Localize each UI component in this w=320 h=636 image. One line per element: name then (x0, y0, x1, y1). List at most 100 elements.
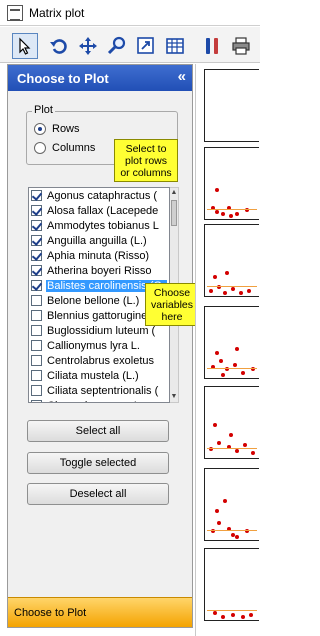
variable-checkbox[interactable] (31, 190, 42, 201)
choose-variables-tooltip: Choose variables here (145, 283, 199, 326)
data-point-dot (233, 363, 237, 367)
data-point-dot (251, 451, 255, 455)
scatter-plot-thumbnail (204, 224, 259, 297)
move-icon (79, 37, 97, 55)
variable-checkbox[interactable] (31, 205, 42, 216)
data-point-dot (217, 521, 221, 525)
data-point-dot (221, 373, 225, 377)
select-all-button[interactable]: Select all (27, 420, 169, 442)
rows-columns-tooltip: Select to plot rows or columns (114, 139, 178, 182)
data-point-dot (213, 423, 217, 427)
data-point-dot (215, 351, 219, 355)
variable-checkbox[interactable] (31, 325, 42, 336)
toolbar (0, 27, 260, 63)
variable-label: Clupea harengus L. (46, 400, 144, 403)
data-point-dot (213, 275, 217, 279)
data-point-dot (215, 188, 219, 192)
panel-title: Choose to Plot (17, 70, 109, 86)
data-point-dot (249, 613, 253, 617)
variable-list-item[interactable]: Agonus cataphractus ( (29, 188, 169, 203)
variable-checkbox[interactable] (31, 235, 42, 246)
scatter-plot-thumbnail (204, 69, 259, 142)
trend-line (207, 286, 257, 287)
data-point-dot (225, 271, 229, 275)
variable-label: Alosa fallax (Lacepede (47, 204, 159, 217)
radio-unselected-icon (34, 142, 46, 154)
columns-radio-label: Columns (52, 142, 96, 154)
window-title: Matrix plot (29, 5, 85, 20)
variable-list-item[interactable]: Ciliata septentrionalis ( (29, 383, 169, 398)
trend-line (207, 530, 257, 531)
panel-footer-label: Choose to Plot (14, 606, 87, 619)
print-button[interactable] (228, 33, 254, 59)
variable-checkbox[interactable] (31, 355, 42, 366)
variable-label: Anguilla anguilla (L.) (47, 234, 147, 247)
rows-radio[interactable]: Rows (34, 123, 80, 135)
pointer-tool-button[interactable] (12, 33, 38, 59)
variable-checkbox[interactable] (31, 295, 42, 306)
data-point-dot (235, 449, 239, 453)
columns-radio[interactable]: Columns (34, 142, 95, 154)
variable-label: Buglossidium luteum ( (47, 324, 156, 337)
data-point-dot (229, 433, 233, 437)
variable-label: Ammodytes tobianus L (47, 219, 159, 232)
variable-list-item[interactable]: Ammodytes tobianus L (29, 218, 169, 233)
undo-button[interactable] (46, 33, 72, 59)
data-point-dot (239, 291, 243, 295)
variable-list-item[interactable]: Atherina boyeri Risso (29, 263, 169, 278)
data-point-dot (235, 535, 239, 539)
scatter-plot-thumbnail (204, 147, 259, 220)
data-point-dot (219, 359, 223, 363)
scatter-plot-thumbnail (204, 548, 259, 621)
variable-checkbox[interactable] (31, 385, 42, 396)
data-point-dot (221, 212, 225, 216)
export-button[interactable] (133, 33, 159, 59)
scatter-plot-thumbnail (204, 468, 259, 541)
scroll-down-icon[interactable]: ▼ (170, 392, 178, 402)
trend-line (207, 448, 257, 449)
variable-checkbox[interactable] (31, 250, 42, 261)
panel-footer-tab[interactable]: Choose to Plot (8, 597, 192, 627)
variable-list-item[interactable]: Centrolabrus exoletus (29, 353, 169, 368)
title-bar: Matrix plot (0, 0, 260, 26)
variable-label: Agonus cataphractus ( (47, 189, 158, 202)
data-point-dot (231, 613, 235, 617)
data-point-dot (213, 611, 217, 615)
variable-list-item[interactable]: Alosa fallax (Lacepede (29, 203, 169, 218)
variable-checkbox[interactable] (31, 280, 42, 291)
variable-list-item[interactable]: Ciliata mustela (L.) (29, 368, 169, 383)
variable-checkbox[interactable] (31, 370, 42, 381)
data-point-dot (221, 615, 225, 619)
table-button[interactable] (162, 33, 188, 59)
collapse-panel-button[interactable]: « (178, 68, 186, 85)
scroll-thumb[interactable] (171, 200, 177, 226)
variable-checkbox[interactable] (31, 340, 42, 351)
toggle-selected-button[interactable]: Toggle selected (27, 452, 169, 474)
scatter-plot-thumbnail (204, 306, 259, 379)
deselect-all-button[interactable]: Deselect all (27, 483, 169, 505)
variable-list-item[interactable]: Anguilla anguilla (L.) (29, 233, 169, 248)
variable-checkbox[interactable] (31, 220, 42, 231)
trend-line (207, 368, 257, 369)
scroll-up-icon[interactable]: ▲ (170, 188, 178, 198)
rows-radio-label: Rows (52, 123, 80, 135)
zoom-icon (107, 36, 126, 55)
trend-line (207, 610, 257, 611)
move-button[interactable] (75, 33, 101, 59)
variable-checkbox[interactable] (31, 310, 42, 321)
data-point-dot (243, 443, 247, 447)
variable-list-item[interactable]: Clupea harengus L. (29, 398, 169, 403)
zoom-button[interactable] (104, 33, 130, 59)
data-point-dot (217, 441, 221, 445)
data-point-dot (247, 289, 251, 293)
variable-checkbox[interactable] (31, 400, 42, 402)
variable-label: Ciliata mustela (L.) (47, 369, 139, 382)
variable-list-item[interactable]: Aphia minuta (Risso) (29, 248, 169, 263)
data-point-dot (235, 212, 239, 216)
variable-list-item[interactable]: Callionymus lyra L. (29, 338, 169, 353)
variable-checkbox[interactable] (31, 265, 42, 276)
table-icon (166, 38, 184, 54)
choose-to-plot-panel: Choose to Plot « Plot Rows Columns Selec… (7, 64, 199, 628)
data-point-dot (241, 615, 245, 619)
tools-button[interactable] (199, 33, 225, 59)
